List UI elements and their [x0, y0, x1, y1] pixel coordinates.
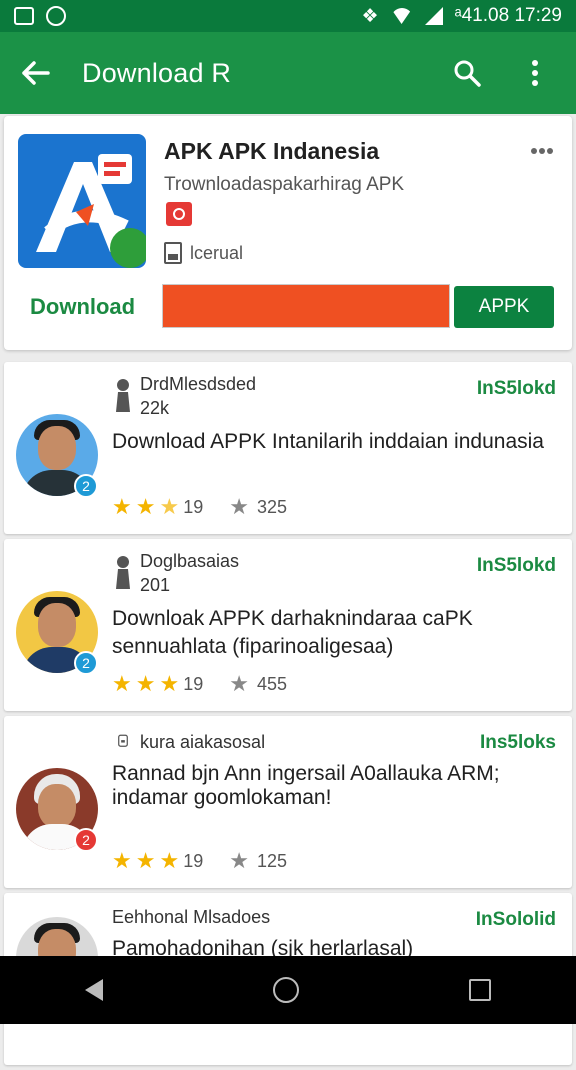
reviewer-name: Eehhonal Mlsadoes [112, 907, 271, 927]
star-gray-icon: ★ [229, 671, 249, 696]
reviewer-name: kura aiakasosal [140, 732, 266, 752]
signal-icon [424, 7, 443, 25]
review-text: Download APPK Intanilarih inddaian indun… [112, 430, 544, 453]
status-text: ᵃ41.08 17:29 [454, 5, 562, 26]
download-progress-fill [163, 285, 449, 327]
install-status[interactable]: InS5lokd [477, 378, 556, 400]
star-full-icon: ★ [135, 494, 156, 519]
rating-row: ★ ★ ★ 19 ★ 325 [112, 496, 287, 518]
star-gray-icon: ★ [229, 494, 249, 519]
star-full-icon: ★ [112, 494, 132, 519]
apk-button[interactable]: APPK [454, 286, 554, 328]
review-text: Rannad bjn Ann ingersail A0allauka ARM; … [112, 762, 500, 809]
status-bar: ❖ ᵃ41.08 17:29 [0, 0, 576, 32]
star-gray-icon: ★ [229, 848, 249, 873]
review-card[interactable]: kura aiakasosal Ins5loks 2 Rannad bjn An… [4, 716, 572, 888]
reviewer-name: Doglbasaias [140, 551, 240, 571]
app-badge-icon [166, 202, 192, 226]
app-notification-icon [46, 6, 66, 26]
star-full-icon: ★ [135, 671, 156, 696]
rating-value: 19 [183, 673, 204, 694]
install-status[interactable]: InS5lokd [477, 555, 556, 577]
navigation-bar [0, 956, 576, 1024]
app-card: APK APK Indanesia Trownloadaspakarhirag … [4, 116, 572, 350]
install-status[interactable]: InSololid [476, 909, 556, 931]
star-half-icon: ★ [159, 494, 180, 519]
review-card[interactable]: DrdMlesdsded 22k InS5lokd 2 Download APP… [4, 362, 572, 534]
reviewer-name: DrdMlesdsded [140, 374, 257, 394]
user-icon [116, 379, 130, 412]
wifi-icon [390, 8, 413, 24]
notification-badge: 2 [74, 474, 98, 498]
reviewer-count: 201 [140, 575, 171, 595]
star-full-icon: ★ [112, 671, 132, 696]
storage-icon [164, 242, 182, 264]
rating-row: ★ ★ ★ 19 ★ 455 [112, 673, 287, 695]
more-vert-icon[interactable] [520, 58, 550, 88]
device-icon [118, 734, 128, 747]
search-icon[interactable] [452, 58, 482, 88]
page-title: Download R [82, 57, 232, 88]
vibrate-icon: ❖ [361, 5, 379, 27]
install-status[interactable]: Ins5loks [480, 732, 556, 754]
rating-count: 325 [256, 496, 288, 517]
back-arrow-icon[interactable] [18, 55, 54, 91]
star-full-icon: ★ [159, 671, 180, 696]
review-card[interactable]: Doglbasaias 201 InS5lokd 2 Downloak APPK… [4, 539, 572, 711]
nav-recents-icon[interactable] [469, 979, 491, 1001]
notification-badge: 2 [74, 828, 98, 852]
app-meta: lcerual [164, 242, 243, 264]
nav-home-icon[interactable] [273, 977, 299, 1003]
rating-value: 19 [183, 850, 204, 871]
notification-badge: 2 [74, 651, 98, 675]
app-developer[interactable]: Trownloadaspakarhirag APK [164, 174, 404, 196]
overflow-dots-icon[interactable] [530, 142, 554, 154]
download-progress-bar [162, 284, 450, 328]
review-text: Downloak APPK darhaknindaraa caPK sennua… [112, 607, 473, 658]
app-name: APK APK Indanesia [164, 138, 380, 164]
rating-count: 125 [256, 850, 288, 871]
gallery-notification-icon [14, 7, 34, 25]
rating-value: 19 [183, 496, 204, 517]
star-full-icon: ★ [135, 848, 156, 873]
app-logo [18, 134, 146, 268]
app-meta-text: lcerual [190, 242, 244, 263]
rating-row: ★ ★ ★ 19 ★ 125 [112, 850, 287, 872]
download-label: Download [30, 294, 136, 319]
rating-count: 455 [256, 673, 288, 694]
star-full-icon: ★ [159, 848, 180, 873]
reviewer-count: 22k [140, 398, 170, 418]
user-icon [116, 556, 130, 589]
nav-back-icon[interactable] [85, 979, 103, 1001]
app-bar: Download R [0, 32, 576, 114]
star-full-icon: ★ [112, 848, 132, 873]
